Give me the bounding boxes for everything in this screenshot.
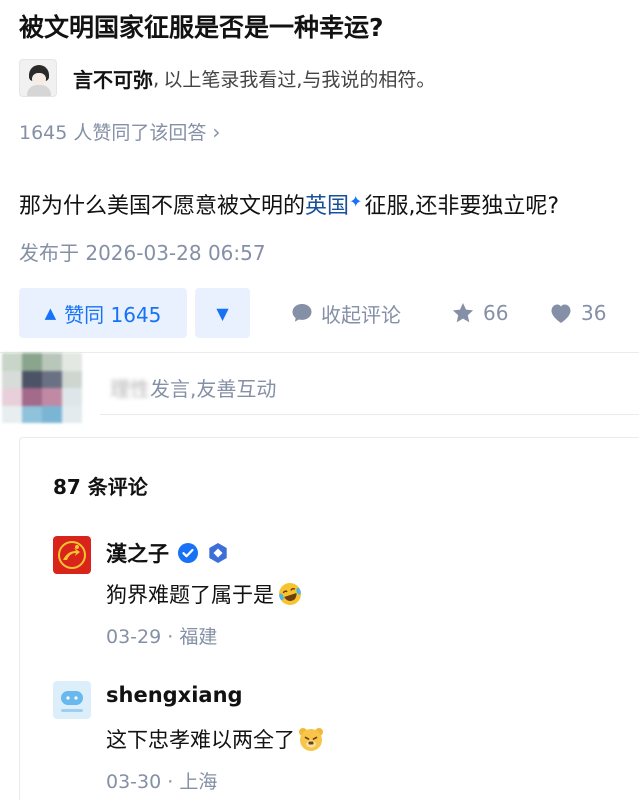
comment-meta-sep: · xyxy=(161,626,180,648)
comment-location: 福建 xyxy=(179,626,218,648)
answer-page: 被文明国家征服是否是一种幸运? 言不可弥 , 以上笔录我看过,与我说的相符。 1… xyxy=(0,0,639,800)
vote-down-button[interactable]: ▼ xyxy=(195,288,250,338)
author-bio: 以上笔录我看过,与我说的相符。 xyxy=(163,68,436,91)
badge-diamond-icon xyxy=(209,543,227,563)
vote-up-button[interactable]: ▲ 赞同 1645 xyxy=(19,288,187,338)
triangle-up-icon: ▲ xyxy=(44,304,57,322)
star-icon xyxy=(452,303,474,323)
comment-meta: 03-30 · 上海 xyxy=(106,767,217,794)
comment-text: 这下忠孝难以两全了 xyxy=(106,724,325,754)
collapse-comments-label: 收起评论 xyxy=(321,302,401,327)
comment-date: 03-30 xyxy=(106,771,162,793)
comment-text-content: 这下忠孝难以两全了 xyxy=(106,728,295,752)
triangle-down-icon: ▼ xyxy=(216,303,229,323)
laughing-tears-emoji-icon xyxy=(279,583,301,605)
question-title[interactable]: 被文明国家征服是否是一种幸运? xyxy=(19,10,629,46)
answer-body-suffix: 征服,还非要独立呢? xyxy=(364,194,560,219)
favorite-button[interactable]: 66 xyxy=(451,288,508,338)
vote-up-label: 赞同 1645 xyxy=(64,302,162,327)
votes-count-text: 1645 人赞同了该回答 xyxy=(19,122,207,144)
likes-count: 36 xyxy=(581,301,607,325)
collapse-comments-button[interactable]: 收起评论 xyxy=(291,288,401,338)
author-avatar[interactable] xyxy=(19,59,57,97)
comment-input[interactable]: 理性 发言,友善互动 xyxy=(100,361,639,415)
comments-panel: 87 条评论 漢之子 狗界难题了属于是 03-29 · 福建 shengxian… xyxy=(19,437,639,800)
comment-placeholder-blurred: 理性 xyxy=(110,377,150,401)
commenter-name[interactable]: 漢之子 xyxy=(106,538,229,568)
topic-link-britain[interactable]: 英国 xyxy=(305,194,349,219)
sparkle-icon: ✦ xyxy=(349,192,363,211)
like-button[interactable]: 36 xyxy=(549,288,606,338)
cloud-avatar-icon xyxy=(53,681,91,719)
answer-body-prefix: 那为什么美国不愿意被文明的 xyxy=(19,194,306,219)
chevron-right-icon: › xyxy=(212,119,221,144)
favorites-count: 66 xyxy=(483,301,509,325)
publish-time: 发布于 2026-03-28 06:57 xyxy=(19,241,266,265)
verified-check-icon xyxy=(178,543,198,563)
commenter-name[interactable]: shengxiang xyxy=(106,683,243,707)
commenter-name-text: shengxiang xyxy=(106,683,243,707)
bear-face-emoji-icon xyxy=(299,728,323,751)
heart-icon xyxy=(551,304,571,323)
comment-text-content: 狗界难题了属于是 xyxy=(106,583,274,607)
red-emblem-icon xyxy=(53,536,91,574)
comment-bubble-icon xyxy=(292,304,312,322)
comment-location: 上海 xyxy=(179,771,218,793)
author-separator: , xyxy=(153,66,160,90)
current-user-avatar xyxy=(2,353,82,423)
voters-link[interactable]: 1645 人赞同了该回答 › xyxy=(19,118,220,145)
comment-date: 03-29 xyxy=(106,626,162,648)
author-row: 言不可弥 , 以上笔录我看过,与我说的相符。 xyxy=(19,58,435,98)
commenter-name-text: 漢之子 xyxy=(106,542,169,566)
comment-text: 狗界难题了属于是 xyxy=(106,579,304,609)
comment-meta: 03-29 · 福建 xyxy=(106,622,217,649)
action-bar: ▲ 赞同 1645 ▼ 收起评论 66 36 xyxy=(19,288,639,338)
comments-count: 87 条评论 xyxy=(53,475,148,499)
author-name[interactable]: 言不可弥 xyxy=(73,64,153,93)
commenter-avatar[interactable] xyxy=(53,681,91,719)
answer-body: 那为什么美国不愿意被文明的英国✦征服,还非要独立呢? xyxy=(19,185,634,224)
commenter-avatar[interactable] xyxy=(53,536,91,574)
comment-meta-sep: · xyxy=(161,771,180,793)
comment-placeholder-text: 发言,友善互动 xyxy=(150,377,277,401)
comment-input-row: 理性 发言,友善互动 xyxy=(0,353,639,425)
